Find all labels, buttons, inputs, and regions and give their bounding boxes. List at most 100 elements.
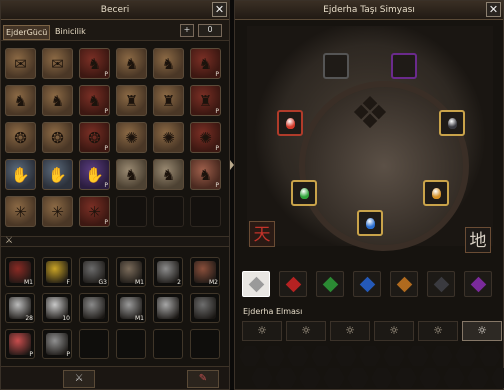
stone-slot[interactable]	[359, 346, 381, 366]
skill-slot[interactable]: ✳	[5, 196, 36, 227]
skill-slot[interactable]: ♞ P	[190, 48, 221, 79]
bottom-tab-other[interactable]: ✎	[187, 370, 219, 388]
item-slot[interactable]: M2	[190, 257, 220, 287]
item-slot[interactable]: M1	[116, 293, 146, 323]
empty-skill-slot[interactable]	[190, 196, 221, 227]
stone-slot[interactable]	[383, 346, 405, 366]
stone-slot[interactable]	[347, 368, 369, 388]
gem-tab-ruby[interactable]	[279, 271, 307, 297]
skill-slot[interactable]: ♞ P	[79, 48, 110, 79]
skill-slot[interactable]: ♜	[153, 85, 184, 116]
skill-slot[interactable]: ✳ P	[79, 196, 110, 227]
skill-slot[interactable]: ♞	[5, 85, 36, 116]
stone-slot[interactable]	[275, 368, 297, 388]
stone-slot[interactable]	[455, 346, 477, 366]
grade-tab-1[interactable]: ☼	[242, 321, 282, 341]
stone-slot[interactable]	[491, 368, 504, 388]
socket-lower-left[interactable]	[291, 180, 317, 206]
skill-slot[interactable]: ✳	[42, 196, 73, 227]
grade-tab-4[interactable]: ☼	[374, 321, 414, 341]
item-slot[interactable]	[79, 293, 109, 323]
skill-slot[interactable]: ♞	[153, 159, 184, 190]
skill-slot[interactable]: ✋	[5, 159, 36, 190]
tab-binicilik[interactable]: Binicilik	[53, 25, 88, 38]
gem-tab-sapphire[interactable]	[353, 271, 381, 297]
stone-slot[interactable]	[311, 346, 333, 366]
empty-skill-slot[interactable]	[116, 196, 147, 227]
socket-top-left[interactable]	[323, 53, 349, 79]
skill-slot[interactable]: ✉	[5, 48, 36, 79]
stone-slot[interactable]	[371, 368, 393, 388]
earth-button[interactable]: 地	[465, 227, 491, 253]
gem-tab-onyx[interactable]	[427, 271, 455, 297]
skill-slot[interactable]: ❂ P	[79, 122, 110, 153]
stone-slot[interactable]	[467, 368, 489, 388]
grade-tab-3[interactable]: ☼	[330, 321, 370, 341]
item-slot[interactable]: P	[42, 329, 72, 359]
stone-slot[interactable]	[263, 346, 285, 366]
item-slot[interactable]: 2	[153, 257, 183, 287]
skill-slot[interactable]: ✺	[153, 122, 184, 153]
socket-right[interactable]	[439, 110, 465, 136]
socket-lower-right[interactable]	[423, 180, 449, 206]
skill-slot[interactable]: ✉	[42, 48, 73, 79]
add-point-button[interactable]: +	[180, 24, 194, 37]
socket-top-right[interactable]	[391, 53, 417, 79]
socket-left[interactable]	[277, 110, 303, 136]
alchemy-window-close-button[interactable]: ✕	[486, 2, 501, 17]
item-slot[interactable]	[153, 293, 183, 323]
bottom-tab-weapon[interactable]: ⚔	[63, 370, 95, 388]
skill-slot[interactable]: ✋ P	[79, 159, 110, 190]
skill-slot[interactable]: ♜ P	[190, 85, 221, 116]
item-slot[interactable]: M1	[5, 257, 35, 287]
skill-slot[interactable]: ♞ P	[190, 159, 221, 190]
alchemy-window-titlebar[interactable]: Ejderha Taşı Simyası ✕	[235, 1, 503, 20]
empty-skill-slot[interactable]	[153, 196, 184, 227]
gem-tab-amethyst[interactable]	[464, 271, 492, 297]
stone-slot[interactable]	[479, 346, 501, 366]
stone-slot[interactable]	[395, 368, 417, 388]
item-slot[interactable]: 28	[5, 293, 35, 323]
skill-slot[interactable]: ♞	[153, 48, 184, 79]
stone-slot[interactable]	[299, 368, 321, 388]
skill-window-close-button[interactable]: ✕	[212, 2, 227, 17]
item-slot[interactable]: 10	[42, 293, 72, 323]
gem-tab-garnet[interactable]	[390, 271, 418, 297]
empty-item-slot[interactable]	[153, 329, 183, 359]
stone-slot[interactable]	[287, 346, 309, 366]
skill-slot[interactable]: ♞	[42, 85, 73, 116]
tab-ejdergucu[interactable]: EjderGücü	[3, 25, 51, 40]
stone-slot[interactable]	[335, 346, 357, 366]
skill-slot[interactable]: ♞	[116, 48, 147, 79]
gem-tab-jade[interactable]	[316, 271, 344, 297]
item-slot[interactable]: G3	[79, 257, 109, 287]
empty-item-slot[interactable]	[190, 329, 220, 359]
item-slot[interactable]: F	[42, 257, 72, 287]
empty-item-slot[interactable]	[116, 329, 146, 359]
grade-tab-5[interactable]: ☼	[418, 321, 458, 341]
stone-slot[interactable]	[419, 368, 441, 388]
stone-slot[interactable]	[431, 346, 453, 366]
grade-tab-6[interactable]: ☼	[462, 321, 502, 341]
stone-slot[interactable]	[239, 346, 261, 366]
stone-slot[interactable]	[323, 368, 345, 388]
item-slot[interactable]: P	[5, 329, 35, 359]
empty-item-slot[interactable]	[79, 329, 109, 359]
item-slot[interactable]: M1	[116, 257, 146, 287]
skill-slot[interactable]: ♞	[116, 159, 147, 190]
grade-tab-2[interactable]: ☼	[286, 321, 326, 341]
skill-slot[interactable]: ♜	[116, 85, 147, 116]
gem-tab-diamond[interactable]	[242, 271, 270, 297]
skill-slot[interactable]: ✺	[116, 122, 147, 153]
stone-slot[interactable]	[443, 368, 465, 388]
skill-slot[interactable]: ✋	[42, 159, 73, 190]
skill-slot[interactable]: ✺ P	[190, 122, 221, 153]
skill-slot[interactable]: ♞ P	[79, 85, 110, 116]
stone-slot[interactable]	[251, 368, 273, 388]
skill-slot[interactable]: ❂	[5, 122, 36, 153]
item-slot[interactable]	[190, 293, 220, 323]
socket-bottom[interactable]	[357, 210, 383, 236]
heaven-button[interactable]: 天	[249, 221, 275, 247]
skill-slot[interactable]: ❂	[42, 122, 73, 153]
stone-slot[interactable]	[407, 346, 429, 366]
